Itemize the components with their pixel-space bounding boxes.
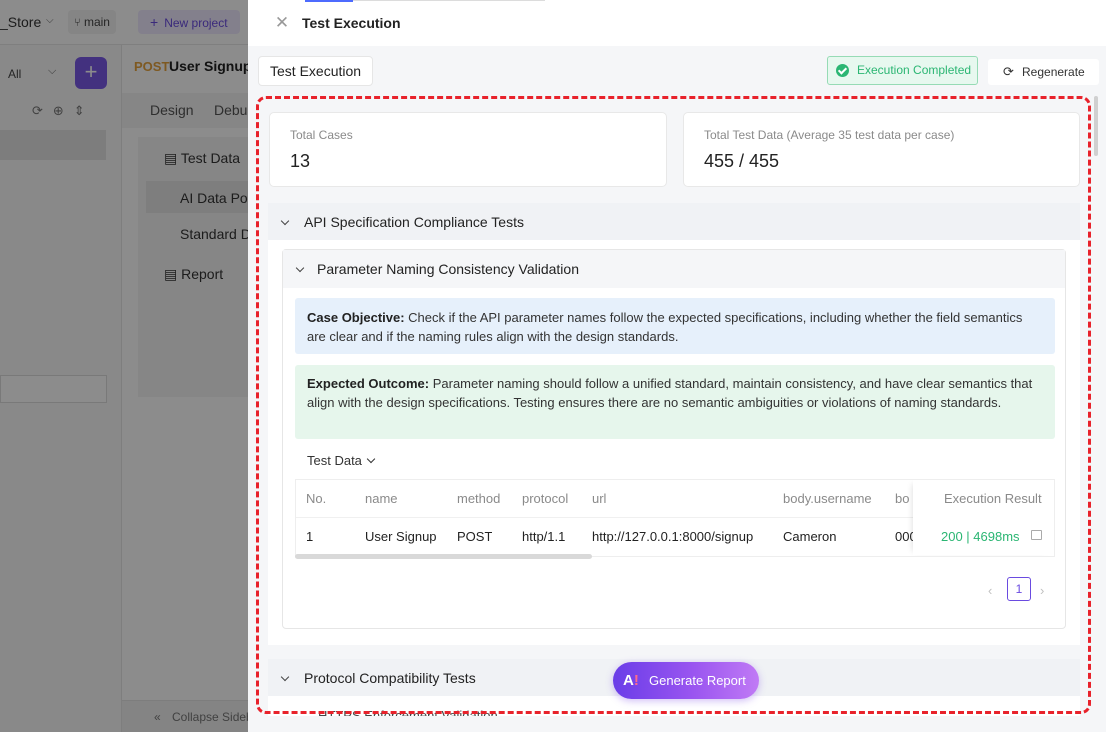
ai-logo-icon: A! (623, 672, 639, 689)
column-header-name: name (365, 491, 398, 506)
expected-outcome: Expected Outcome: Parameter naming shoul… (295, 365, 1055, 439)
header-accent-line (305, 0, 353, 2)
status-badge: Execution Completed (827, 56, 978, 85)
status-label: Execution Completed (857, 63, 972, 77)
test-execution-drawer: ✕ Test Execution Test Execution Executio… (248, 0, 1106, 732)
chevron-down-icon (366, 454, 376, 464)
case-objective: Case Objective: Check if the API paramet… (295, 298, 1055, 354)
regenerate-label: Regenerate (1022, 65, 1085, 79)
column-header-body-username: body.username (783, 491, 872, 506)
objective-label: Case Objective: (307, 310, 405, 325)
check-circle-icon (836, 64, 849, 77)
scrollbar-thumb[interactable] (1094, 96, 1098, 156)
section-title: Protocol Compatibility Tests (304, 670, 476, 686)
test-data-table: No. name method protocol url body.userna… (295, 479, 1055, 557)
drawer-scrollbar[interactable] (1092, 96, 1100, 716)
total-test-data-label-row: Total Test Data (Average 35 test data pe… (704, 128, 1079, 142)
cell-no: 1 (306, 529, 314, 544)
total-test-data-value: 455 / 455 (704, 151, 780, 171)
total-test-data-label: Total Test Data (704, 128, 784, 142)
test-data-label: Test Data (307, 453, 362, 468)
execution-result-value[interactable]: 200 | 4698ms (941, 518, 1020, 555)
generate-report-button[interactable]: A! Generate Report (613, 662, 759, 699)
total-cases-value: 13 (290, 151, 311, 171)
column-header-protocol: protocol (522, 491, 569, 506)
pagination-next-button[interactable]: › (1040, 583, 1044, 598)
pagination-page-1[interactable]: 1 (1007, 577, 1031, 601)
cell-body-username: Cameron (783, 529, 837, 544)
chevron-down-icon (295, 263, 305, 273)
close-icon[interactable]: ✕ (272, 13, 292, 33)
cell-method: POST (457, 529, 493, 544)
chevron-down-icon (280, 216, 290, 226)
case-title: Parameter Naming Consistency Validation (317, 261, 579, 277)
column-header-no: No. (306, 491, 327, 506)
section-header-api-spec[interactable]: API Specification Compliance Tests (268, 203, 1080, 241)
column-header-execution-result: Execution Result (944, 491, 1042, 506)
cell-name: User Signup (365, 529, 437, 544)
case-title-partial: HTTPS Enforcement Validation (318, 708, 498, 716)
column-header-url: url (592, 491, 607, 506)
total-cases-card: Total Cases 13 (269, 112, 667, 187)
total-test-data-card: Total Test Data (Average 35 test data pe… (683, 112, 1080, 187)
cell-body-more: 000 (895, 529, 915, 544)
total-cases-label: Total Cases (290, 128, 353, 142)
header-divider-line (353, 0, 545, 1)
total-test-data-note: (Average 35 test data per case) (786, 128, 955, 142)
tab-test-execution[interactable]: Test Execution (258, 56, 374, 86)
case-card: Parameter Naming Consistency Validation … (282, 249, 1066, 629)
objective-text: Check if the API parameter names follow … (307, 310, 1023, 344)
section-title: API Specification Compliance Tests (304, 214, 524, 230)
document-icon[interactable] (1031, 530, 1042, 540)
execution-result-column: Execution Result 200 | 4698ms (913, 480, 1054, 555)
regenerate-button[interactable]: ⟳ Regenerate (988, 59, 1099, 85)
table-horizontal-scrollbar[interactable] (295, 554, 592, 559)
section-body-protocol-compat: HTTPS Enforcement Validation (268, 696, 1080, 716)
refresh-icon: ⟳ (1003, 64, 1014, 79)
column-header-body-more: bo (895, 491, 910, 506)
cell-protocol: http/1.1 (522, 529, 566, 544)
drawer-header: ✕ Test Execution (248, 0, 1106, 46)
chevron-down-icon (280, 672, 290, 682)
test-data-toggle[interactable]: Test Data (307, 453, 376, 468)
column-header-method: method (457, 491, 501, 506)
execution-scroll-area[interactable]: Total Cases 13 Total Test Data (Average … (258, 96, 1091, 716)
drawer-title: Test Execution (302, 15, 401, 31)
generate-report-label: Generate Report (649, 673, 746, 688)
pagination-prev-button[interactable]: ‹ (988, 583, 992, 598)
section-body-api-spec: Parameter Naming Consistency Validation … (268, 240, 1080, 645)
cell-url: http://127.0.0.1:8000/signup (592, 529, 754, 544)
case-header[interactable]: Parameter Naming Consistency Validation (283, 250, 1065, 288)
outcome-label: Expected Outcome: (307, 376, 430, 391)
